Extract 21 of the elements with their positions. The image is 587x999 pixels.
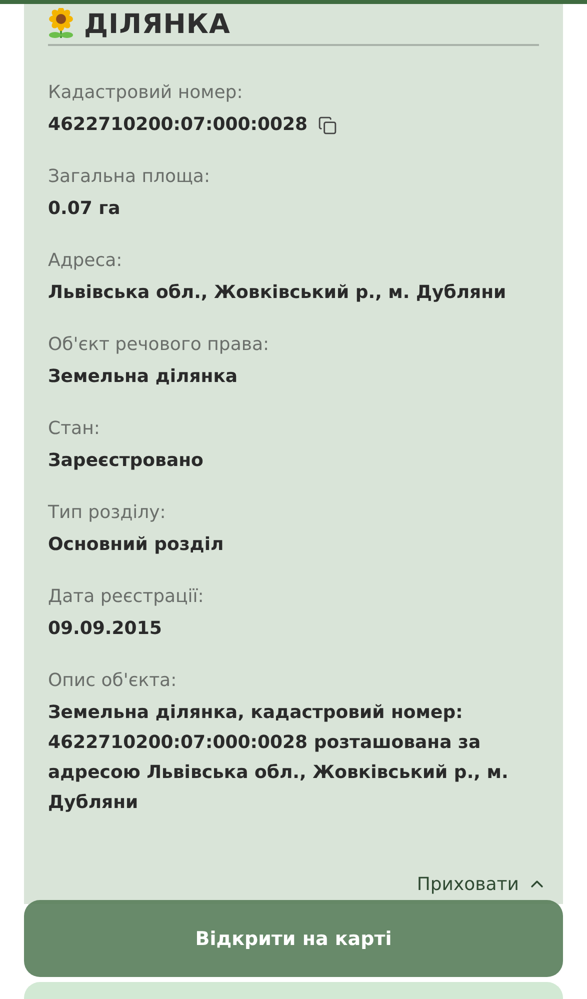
section-title: ДІЛЯНКА: [84, 8, 230, 40]
field-value: Основний розділ: [48, 533, 224, 557]
field-label: Об'єкт речового права:: [48, 333, 270, 357]
field-value: Земельна ділянка: [48, 365, 238, 389]
sunflower-icon: [48, 8, 74, 40]
field-label: Опис об'єкта:: [48, 669, 178, 693]
map-button[interactable]: Відкрити на карті: [24, 900, 563, 977]
field-label: Адреса:: [48, 249, 124, 273]
field-label: Тип розділу:: [48, 501, 167, 525]
hide-link[interactable]: Приховати: [416, 872, 547, 896]
field-label: Загальна площа:: [48, 165, 212, 189]
copy-button[interactable]: [318, 116, 337, 134]
field-value: 0.07 га: [48, 197, 120, 221]
field-label: Дата реєстрації:: [48, 585, 205, 609]
field-label: Стан:: [48, 417, 101, 441]
field-value: Зареєстровано: [48, 449, 204, 473]
field-value: 4622710200:07:000:0028: [48, 113, 308, 137]
field-value: Львівська обл., Жовківський р., м. Дубляни: [48, 281, 506, 305]
field-value: 09.09.2015: [48, 617, 162, 641]
field-value: Земельна ділянка, кадастровий номер: 4622710200:07:000:0028 розташована за адресою Львівська обл., Жовківський р., м. Дубляни: [48, 701, 510, 815]
field-label: Кадастровий номер:: [48, 81, 244, 105]
